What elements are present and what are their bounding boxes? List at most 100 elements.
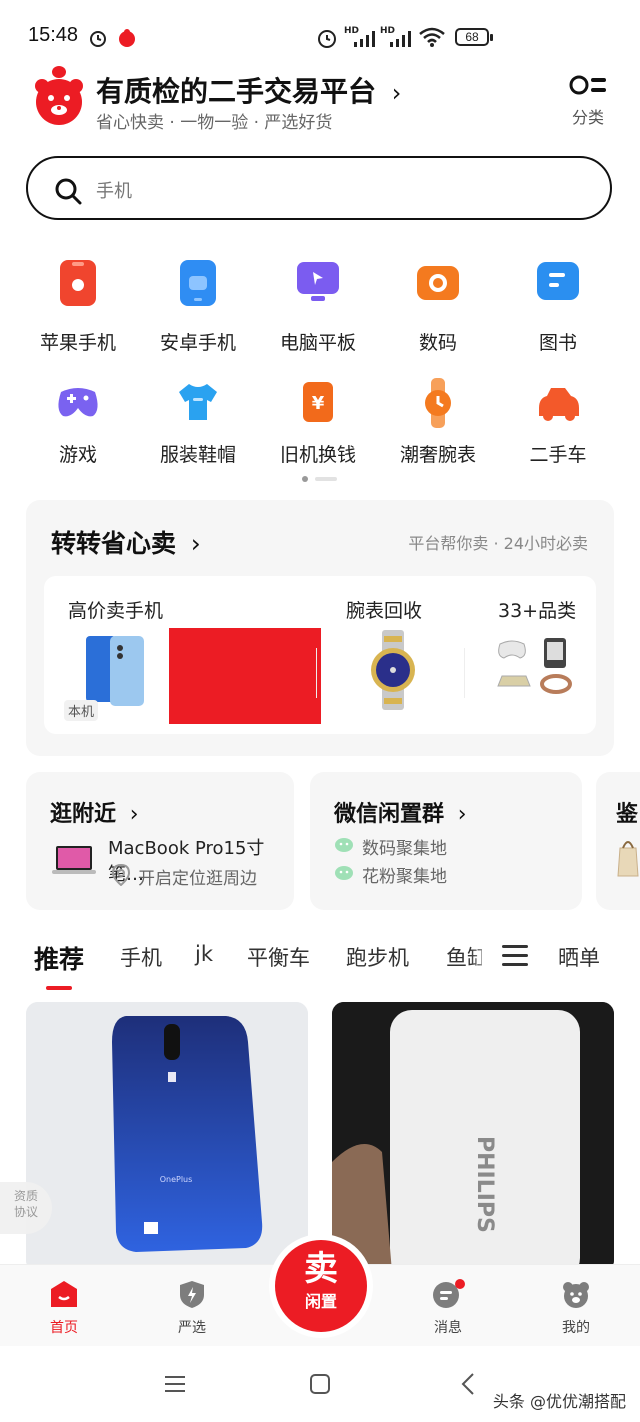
- computer-tablet-icon: [297, 262, 339, 301]
- page-indicator: [302, 476, 337, 482]
- sell-options: 高价卖手机 本机 腕表回收 33+品类: [44, 576, 596, 734]
- shield-icon: [180, 1281, 204, 1308]
- watch-icon: [425, 378, 451, 428]
- product-card[interactable]: PHILIPS: [332, 1002, 614, 1272]
- battery-indicator: 68: [455, 28, 493, 46]
- signal-icon-2: HD: [380, 26, 414, 48]
- watch-image-icon: [371, 630, 415, 710]
- category-label: 苹果手机: [39, 332, 116, 354]
- nearby-title[interactable]: 逛附近 ›: [50, 796, 139, 828]
- sell-button-main: 卖: [304, 1249, 338, 1289]
- qualification-line1: 资质: [13, 1189, 38, 1203]
- qualification-line2: 协议: [13, 1205, 38, 1219]
- active-tab-indicator: [46, 986, 72, 990]
- search-icon: [55, 178, 82, 205]
- back-icon[interactable]: [460, 1372, 476, 1396]
- local-device-badge: 本机: [64, 700, 99, 721]
- car-icon: [539, 388, 579, 421]
- tab-jk[interactable]: jk: [195, 942, 213, 966]
- home-system-icon[interactable]: [309, 1373, 331, 1395]
- watch-recycle-label: 腕表回收: [346, 600, 423, 622]
- category-used-cars[interactable]: 二手车: [508, 378, 608, 467]
- category-label: 图书: [538, 332, 577, 354]
- nav-home[interactable]: 首页: [24, 1279, 104, 1337]
- oneplus-phone-image: OnePlus: [26, 1002, 308, 1272]
- category-trade-in[interactable]: ¥ 旧机换钱: [268, 378, 368, 467]
- locate-hint[interactable]: 开启定位逛周边: [138, 864, 257, 889]
- phone-image-icon: [86, 636, 144, 706]
- tab-balance-scooter[interactable]: 平衡车: [247, 942, 310, 972]
- category-label: 二手车: [529, 444, 587, 466]
- sell-title[interactable]: 转转省心卖 ›: [51, 524, 201, 560]
- app-notification-icon: [119, 29, 135, 47]
- category-label: 安卓手机: [159, 332, 236, 354]
- watermark-text: 头条 @优优潮搭配: [492, 1392, 626, 1411]
- sell-button[interactable]: 卖 闲置: [275, 1240, 367, 1332]
- menu-icon[interactable]: [500, 942, 530, 968]
- more-categories-option[interactable]: 33+品类: [474, 576, 596, 734]
- wechat-icon: [335, 866, 353, 880]
- gamepad-icon: [58, 388, 98, 417]
- category-computer-tablet[interactable]: 电脑平板: [268, 258, 368, 355]
- more-categories-label: 33+品类: [498, 600, 577, 622]
- category-label: 分类: [571, 108, 604, 127]
- nav-select[interactable]: 严选: [152, 1279, 232, 1337]
- tab-treadmill[interactable]: 跑步机: [346, 942, 409, 972]
- category-clothing[interactable]: 服装鞋帽: [148, 378, 248, 467]
- nearby-title-text: 逛附近: [50, 802, 117, 827]
- category-label: 游戏: [58, 444, 97, 466]
- android-phone-icon: [180, 260, 216, 306]
- chevron-right-icon: ›: [457, 802, 467, 827]
- alarm-icon: [90, 31, 106, 47]
- wechat-group-card[interactable]: 微信闲置群 › 数码聚集地 花粉聚集地: [310, 772, 582, 910]
- appraisal-card[interactable]: 鉴: [596, 772, 640, 910]
- sell-title-text: 转转省心卖: [51, 529, 177, 558]
- redacted-block: [169, 628, 321, 724]
- tab-fade: [470, 936, 496, 976]
- nearby-card[interactable]: 逛附近 › MacBook Pro15寸笔… 开启定位逛周边: [26, 772, 294, 910]
- alarm-status-icon: [318, 30, 336, 48]
- svg-text:¥: ¥: [312, 393, 325, 414]
- product-card[interactable]: OnePlus: [26, 1002, 308, 1272]
- nav-mine[interactable]: 我的: [536, 1279, 616, 1337]
- divider: [464, 648, 465, 698]
- camera-icon: [417, 266, 459, 300]
- category-android-phone[interactable]: 安卓手机: [148, 258, 248, 355]
- category-books[interactable]: 图书: [508, 258, 608, 355]
- category-button[interactable]: 分类: [566, 72, 610, 128]
- watch-recycle-option[interactable]: 腕表回收: [334, 576, 464, 734]
- page-title[interactable]: 有质检的二手交易平台 ›: [96, 70, 401, 110]
- tab-showcase[interactable]: 晒单: [558, 942, 600, 972]
- category-watches[interactable]: 潮奢腕表: [388, 378, 488, 467]
- divider: [316, 648, 317, 698]
- chevron-right-icon: ›: [391, 79, 402, 107]
- laptop-thumbnail-icon: [52, 846, 96, 874]
- category-label: 潮奢腕表: [399, 444, 476, 466]
- recent-apps-icon[interactable]: [164, 1374, 186, 1394]
- message-icon: [433, 1279, 465, 1308]
- category-games[interactable]: 游戏: [28, 378, 128, 467]
- category-label: 数码: [418, 332, 457, 354]
- page-subtitle: 省心快卖 · 一物一验 · 严选好货: [96, 113, 333, 133]
- apple-phone-icon: [60, 260, 96, 306]
- nav-select-label: 严选: [178, 1320, 206, 1336]
- tab-phones[interactable]: 手机: [120, 942, 162, 972]
- qualification-badge[interactable]: 资质 协议: [0, 1182, 52, 1234]
- wechat-group-1[interactable]: 数码聚集地: [362, 834, 447, 859]
- sell-phone-option[interactable]: 高价卖手机 本机: [44, 576, 334, 734]
- sell-phone-label: 高价卖手机: [68, 600, 164, 622]
- sell-card[interactable]: 转转省心卖 › 平台帮你卖 · 24小时必卖 高价卖手机 本机 腕表回收 33+…: [26, 500, 614, 756]
- search-placeholder: 手机: [96, 181, 132, 202]
- zhuanzhuan-logo-icon[interactable]: [32, 64, 86, 126]
- wechat-group-2[interactable]: 花粉聚集地: [362, 862, 447, 887]
- system-nav-bar: 头条 @优优潮搭配: [0, 1346, 640, 1422]
- wechat-group-title[interactable]: 微信闲置群 ›: [334, 796, 467, 828]
- search-input[interactable]: 手机: [26, 156, 612, 220]
- tab-recommended[interactable]: 推荐: [34, 940, 84, 976]
- signal-icon: HD: [344, 26, 378, 48]
- category-digital[interactable]: 数码: [388, 258, 488, 355]
- nav-messages[interactable]: 消息: [408, 1279, 488, 1337]
- chevron-right-icon: ›: [129, 802, 139, 827]
- wifi-icon: [419, 27, 445, 47]
- category-apple-phone[interactable]: 苹果手机: [28, 258, 128, 355]
